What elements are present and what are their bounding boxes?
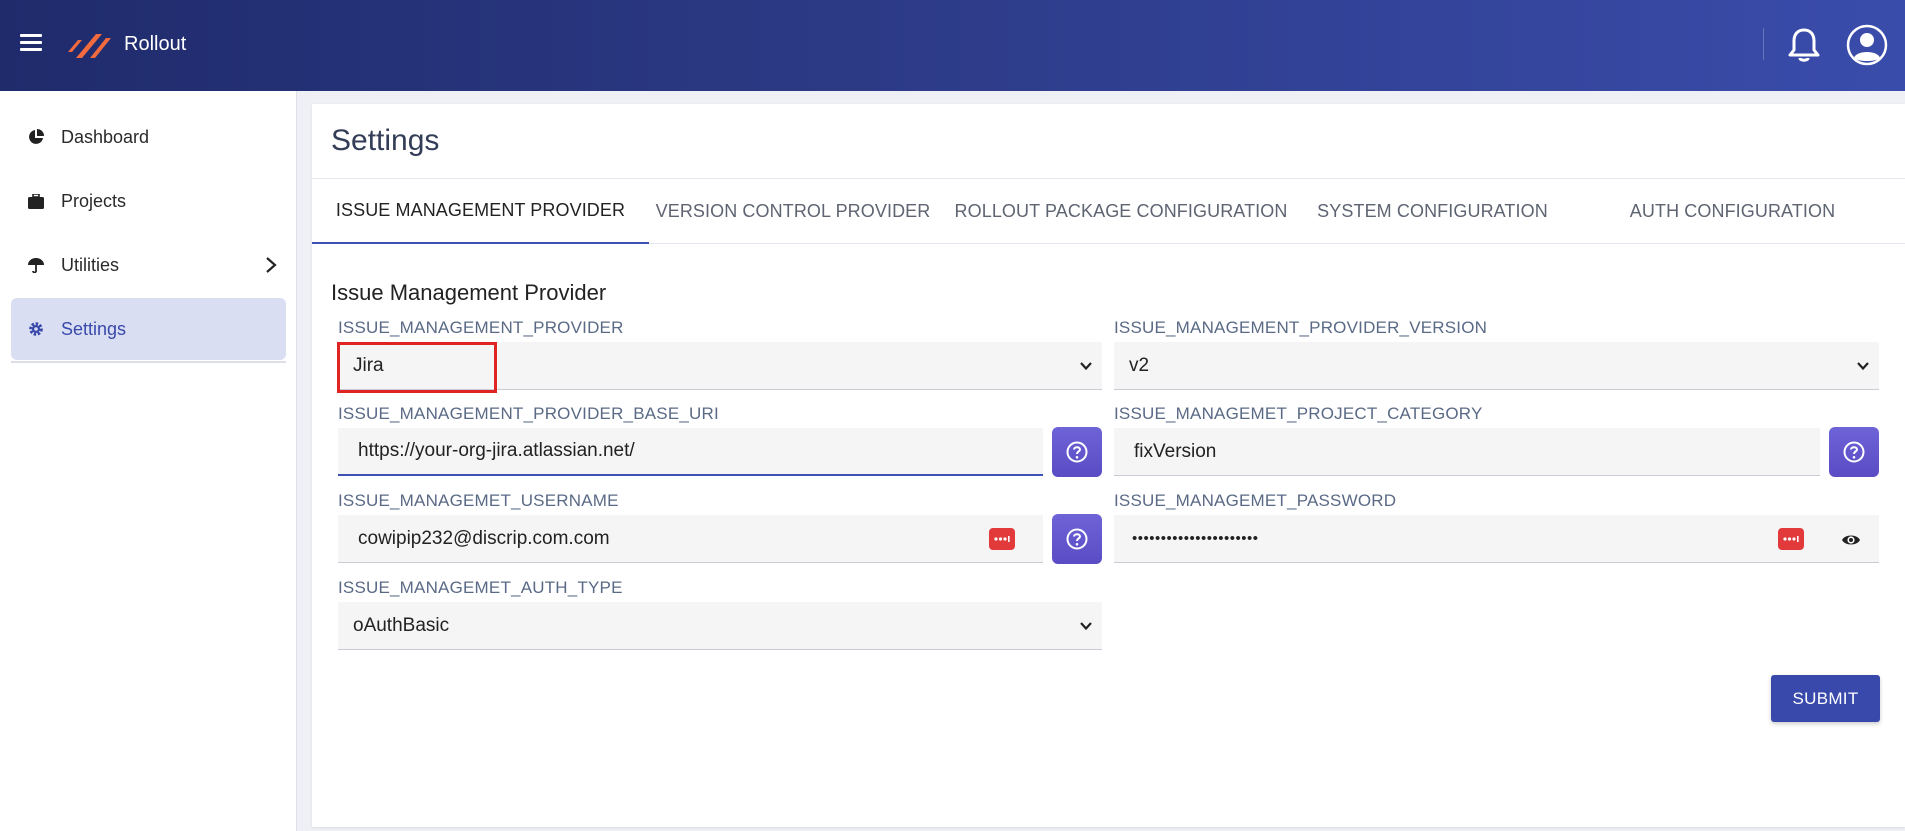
project-category-value: fixVersion (1134, 440, 1217, 462)
username-label: ISSUE_MANAGEMET_USERNAME (338, 491, 619, 510)
app-brand: Rollout (124, 33, 187, 55)
tab-auth-configuration[interactable]: AUTH CONFIGURATION (1560, 179, 1905, 244)
umbrella-icon (25, 254, 47, 276)
tab-issue-management-provider[interactable]: ISSUE MANAGEMENT PROVIDER (312, 179, 649, 244)
sidebar-item-projects[interactable]: Projects (11, 170, 286, 232)
tab-rollout-package-configuration[interactable]: ROLLOUT PACKAGE CONFIGURATION (937, 179, 1305, 244)
password-value: •••••••••••••••••••••• (1132, 530, 1259, 547)
pie-chart-icon (25, 126, 47, 148)
sidebar-item-settings[interactable]: Settings (11, 298, 286, 360)
base-uri-value: https://your-org-jira.atlassian.net/ (358, 440, 635, 461)
project-category-label: ISSUE_MANAGEMET_PROJECT_CATEGORY (1114, 404, 1483, 423)
password-manager-icon[interactable] (1778, 528, 1804, 550)
page-title: Settings (331, 124, 440, 157)
chevron-down-icon (1080, 362, 1092, 371)
rollout-logo (68, 34, 111, 58)
base-uri-label: ISSUE_MANAGEMENT_PROVIDER_BASE_URI (338, 404, 719, 423)
section-title: Issue Management Provider (331, 280, 607, 305)
gear-icon (25, 318, 47, 340)
submit-button[interactable]: SUBMIT (1771, 675, 1880, 722)
tab-system-configuration[interactable]: SYSTEM CONFIGURATION (1305, 179, 1560, 244)
show-password-eye-icon[interactable] (1840, 529, 1862, 551)
sidebar-divider (11, 361, 286, 363)
auth-type-select[interactable]: oAuthBasic (338, 602, 1102, 650)
highlight-box (337, 342, 497, 393)
sidebar-item-utilities[interactable]: Utilities (11, 234, 286, 296)
project-category-input[interactable]: fixVersion (1114, 428, 1820, 476)
sidebar: Dashboard Projects Utilities Settings (0, 91, 297, 831)
password-manager-icon[interactable] (989, 528, 1015, 550)
sidebar-item-label: Dashboard (61, 126, 150, 147)
password-label: ISSUE_MANAGEMET_PASSWORD (1114, 491, 1397, 510)
briefcase-icon (25, 190, 47, 212)
help-icon (1066, 528, 1088, 550)
tab-version-control-provider[interactable]: VERSION CONTROL PROVIDER (649, 179, 937, 244)
project-category-help-button[interactable] (1829, 427, 1879, 477)
chevron-down-icon (1080, 622, 1092, 631)
sidebar-item-label: Projects (61, 190, 127, 211)
toolbar-divider (1763, 28, 1764, 60)
sidebar-item-dashboard[interactable]: Dashboard (11, 106, 286, 168)
sidebar-item-label: Utilities (61, 254, 120, 275)
provider-label: ISSUE_MANAGEMENT_PROVIDER (338, 318, 624, 337)
username-help-button[interactable] (1052, 514, 1102, 564)
settings-tabs: ISSUE MANAGEMENT PROVIDER VERSION CONTRO… (312, 178, 1905, 244)
chevron-down-icon (1857, 362, 1869, 371)
provider-version-select[interactable]: v2 (1114, 342, 1879, 390)
top-app-bar: Rollout (0, 0, 1905, 91)
provider-version-label: ISSUE_MANAGEMENT_PROVIDER_VERSION (1114, 318, 1488, 337)
chevron-right-icon (266, 257, 277, 273)
menu-icon[interactable] (20, 34, 42, 54)
settings-card: Settings ISSUE MANAGEMENT PROVIDER VERSI… (312, 104, 1905, 827)
username-value: cowipip232@discrip.com.com (358, 527, 610, 549)
notifications-bell-icon[interactable] (1786, 26, 1822, 64)
base-uri-input[interactable]: https://your-org-jira.atlassian.net/ (338, 428, 1043, 476)
help-icon (1843, 441, 1865, 463)
help-icon (1066, 441, 1088, 463)
password-input[interactable]: •••••••••••••••••••••• (1114, 515, 1879, 563)
base-uri-help-button[interactable] (1052, 427, 1102, 477)
username-input[interactable]: cowipip232@discrip.com.com (338, 515, 1043, 563)
provider-version-value: v2 (1129, 354, 1150, 376)
auth-type-label: ISSUE_MANAGEMET_AUTH_TYPE (338, 578, 623, 597)
user-avatar-icon[interactable] (1846, 24, 1888, 66)
sidebar-item-label: Settings (61, 318, 127, 339)
auth-type-value: oAuthBasic (353, 614, 450, 636)
